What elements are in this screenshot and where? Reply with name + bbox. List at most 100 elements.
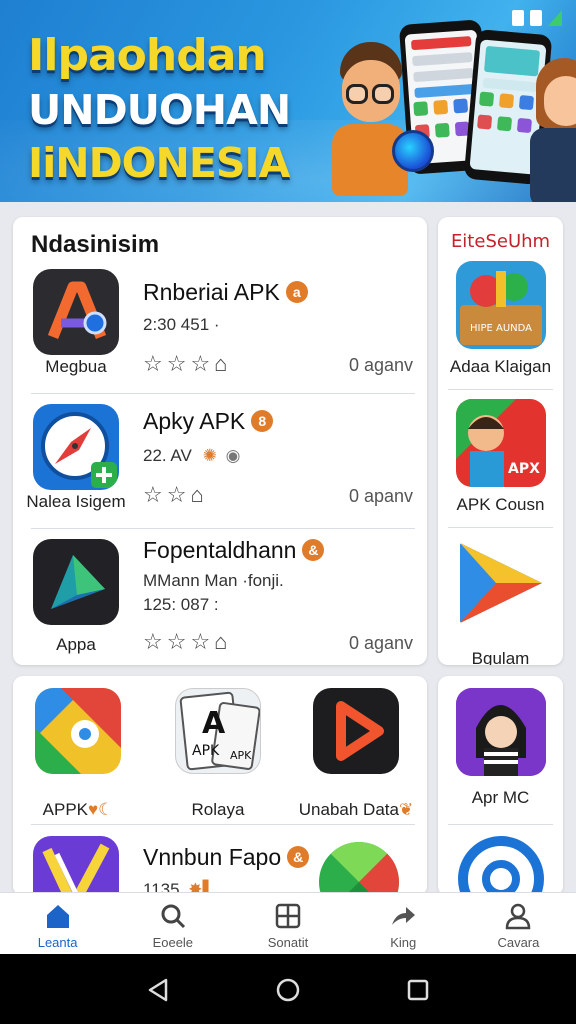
side-section-title: EiteSeUhm bbox=[450, 231, 551, 252]
grid-icon[interactable] bbox=[273, 901, 303, 931]
rating-stars-icon[interactable]: ☆☆☆⌂ bbox=[143, 629, 231, 655]
bottom-navigation: Leanta Eoeele Sonatit King Cavara bbox=[0, 892, 576, 954]
app-name[interactable]: Vnnbun Fapo & bbox=[143, 844, 310, 871]
app-meta: 22. AV ✺ ◉ bbox=[143, 446, 240, 466]
list-item[interactable]: Vnnbun Fapo & 1135 ✸▌ bbox=[13, 834, 427, 896]
person-icon[interactable] bbox=[503, 901, 533, 931]
girl-character-icon[interactable] bbox=[456, 688, 546, 776]
app-name-text: Apky APK bbox=[143, 408, 246, 434]
side-item-caption: APK Cousn bbox=[456, 495, 545, 514]
nav-item-grid[interactable]: Sonatit bbox=[230, 893, 345, 954]
app-meta: 125: 087 : bbox=[143, 595, 219, 614]
app-subtitle: MMann Man ·fonji. bbox=[143, 571, 284, 590]
banner-line-3: IiNDONESIA bbox=[28, 139, 290, 187]
grid-app-caption: APPK♥☾ bbox=[13, 800, 149, 820]
green-triangle-icon[interactable] bbox=[319, 842, 399, 896]
nav-item-share[interactable]: King bbox=[346, 893, 461, 954]
grid-app-caption: Rolaya bbox=[191, 800, 245, 819]
girl-mascot-icon bbox=[530, 58, 576, 202]
list-item[interactable]: Appa Fopentaldhann & MMann Man ·fonji. 12… bbox=[13, 529, 427, 664]
arc-a-icon[interactable] bbox=[33, 269, 119, 355]
app-caption: Megbua bbox=[45, 357, 107, 376]
apk-cards-label: APK bbox=[192, 743, 220, 759]
rating-stars-icon[interactable]: ☆☆⌂ bbox=[143, 482, 208, 508]
home-icon[interactable] bbox=[43, 901, 73, 931]
apk-cards-icon[interactable]: A APK APK bbox=[175, 688, 261, 774]
game-box-text: HIPE AUNDA bbox=[470, 323, 532, 334]
app-name-text: Fopentaldhann bbox=[143, 537, 297, 563]
app-caption: Appa bbox=[56, 635, 96, 654]
search-icon[interactable] bbox=[158, 901, 188, 931]
battery-icon bbox=[512, 10, 524, 26]
purple-v-icon[interactable] bbox=[33, 836, 119, 896]
play-button-icon[interactable] bbox=[313, 688, 399, 774]
list-item[interactable]: Nalea Isigem Apky APK 8 22. AV ✺ ◉ ☆☆⌂ 0 … bbox=[13, 394, 427, 529]
divider bbox=[31, 824, 415, 825]
badge-icon: a bbox=[285, 281, 308, 303]
badge-icon: & bbox=[287, 846, 310, 868]
app-name-text: Vnnbun Fapo bbox=[143, 844, 282, 870]
app-meta: 2:30 451 · bbox=[143, 315, 220, 334]
triangle-play-icon[interactable] bbox=[33, 539, 119, 625]
kid-character-icon[interactable]: APX bbox=[456, 399, 546, 487]
signal-icon bbox=[548, 10, 562, 26]
badge-icon: & bbox=[302, 539, 325, 561]
badge-icon: ♥☾ bbox=[88, 800, 114, 819]
grid-app-caption: Unabah Data❦ bbox=[275, 800, 427, 820]
app-caption: Nalea Isigem bbox=[26, 492, 126, 511]
app-name-text: Rnberiai APK bbox=[143, 279, 280, 305]
badge-icon: 8 bbox=[251, 410, 274, 432]
apk-cards-label-2: APK bbox=[230, 749, 252, 762]
sim-icon bbox=[530, 10, 542, 26]
nav-item-profile[interactable]: Cavara bbox=[461, 893, 576, 954]
list-item[interactable]: Megbua Rnberiai APK a 2:30 451 · ☆☆☆⌂ 0 a… bbox=[13, 259, 427, 394]
boy-mascot-icon bbox=[330, 42, 434, 202]
home-circle-icon[interactable] bbox=[274, 976, 302, 1004]
apps-grid-card: APPK♥☾ A APK APK Rolaya Unabah Data❦ Vnn… bbox=[13, 676, 427, 896]
app-name[interactable]: Rnberiai APK a bbox=[143, 279, 308, 306]
app-age: 0 aganv bbox=[348, 355, 413, 375]
nav-label: Cavara bbox=[497, 935, 540, 950]
side-featured-card-2: Apr MC bbox=[438, 676, 563, 896]
divider bbox=[448, 824, 553, 825]
section-title: Ndasinisim bbox=[31, 231, 160, 258]
colorful-arrow-icon[interactable] bbox=[456, 539, 546, 627]
nav-label: Leanta bbox=[37, 935, 78, 950]
spark-icon: ✺ bbox=[202, 446, 217, 465]
app-name[interactable]: Fopentaldhann & bbox=[143, 537, 325, 564]
nav-item-search[interactable]: Eoeele bbox=[115, 893, 230, 954]
app-age: 0 aganv bbox=[348, 633, 413, 653]
banner-line-2: UNDUOHAN bbox=[28, 86, 291, 134]
app-name[interactable]: Apky APK 8 bbox=[143, 408, 274, 435]
side-item-caption: Adaa Klaigan bbox=[449, 357, 552, 376]
system-navigation-bar bbox=[0, 954, 576, 1024]
maps-pin-icon[interactable] bbox=[35, 688, 121, 774]
side-featured-card: EiteSeUhm HIPE AUNDA Adaa Klaigan APX AP… bbox=[438, 217, 563, 665]
divider bbox=[448, 527, 553, 528]
back-icon[interactable] bbox=[144, 976, 172, 1004]
game-box-icon[interactable]: HIPE AUNDA bbox=[456, 261, 546, 349]
recommended-apps-card: Ndasinisim Megbua Rnberiai APK a 2:30 451… bbox=[13, 217, 427, 665]
apk-cards-letter: A bbox=[202, 706, 226, 741]
grid-app-caption-text: Unabah Data bbox=[298, 800, 399, 819]
pin-icon: ◉ bbox=[225, 446, 241, 465]
banner-line-1: Ilpaohdan bbox=[28, 30, 267, 81]
compass-icon[interactable] bbox=[33, 404, 119, 490]
recents-icon[interactable] bbox=[404, 976, 432, 1004]
divider bbox=[448, 389, 553, 390]
nav-label: King bbox=[390, 935, 417, 950]
kid-character-text: APX bbox=[508, 461, 540, 477]
blue-ring-icon[interactable] bbox=[458, 836, 544, 896]
share-arrow-icon[interactable] bbox=[388, 901, 418, 931]
nav-label: Sonatit bbox=[267, 935, 309, 950]
banner-headline: Ilpaohdan UNDUOHAN IiNDONESIA bbox=[28, 30, 291, 187]
badge-icon: ❦ bbox=[398, 800, 414, 819]
hero-banner[interactable]: Ilpaohdan UNDUOHAN IiNDONESIA bbox=[0, 0, 576, 202]
nav-item-home[interactable]: Leanta bbox=[0, 893, 115, 954]
side-item-caption: Apr MC bbox=[471, 788, 530, 807]
status-bar-icons bbox=[512, 10, 562, 26]
app-meta-text: 22. AV bbox=[143, 446, 192, 465]
side-item-caption: Bgulam bbox=[471, 649, 530, 665]
rating-stars-icon[interactable]: ☆☆☆⌂ bbox=[143, 351, 231, 377]
nav-label: Eoeele bbox=[152, 935, 194, 950]
